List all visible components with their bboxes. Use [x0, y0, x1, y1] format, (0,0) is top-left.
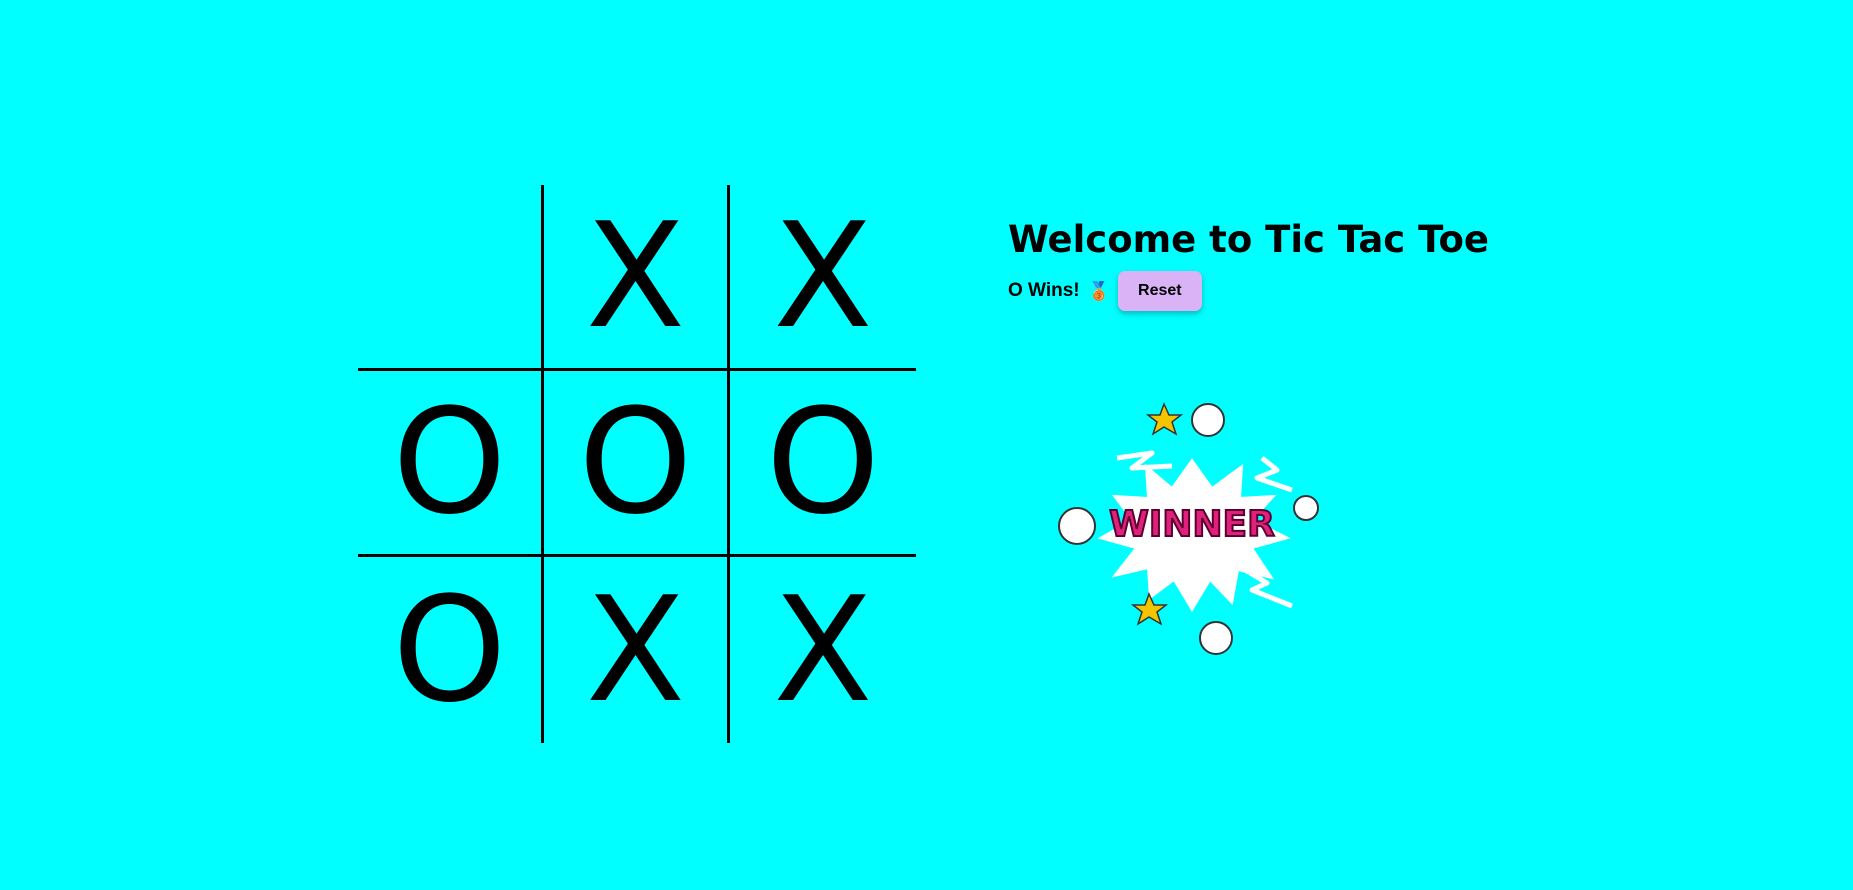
board-cell[interactable]: O	[730, 371, 916, 557]
status-row: O Wins! 🥉 Reset	[1008, 271, 1489, 311]
board-cell[interactable]: X	[544, 557, 730, 743]
star-icon	[1130, 592, 1169, 626]
board-cell[interactable]: X	[730, 557, 916, 743]
board-cell[interactable]: X	[730, 185, 916, 371]
medal-icon: 🥉	[1087, 280, 1111, 301]
page-title: Welcome to Tic Tac Toe	[1008, 218, 1489, 261]
board-cell[interactable]: O	[358, 557, 544, 743]
info-panel: Welcome to Tic Tac Toe O Wins! 🥉 Reset	[1008, 218, 1489, 311]
board-cell[interactable]: X	[544, 185, 730, 371]
cloud-icon	[1191, 403, 1225, 437]
winner-text: WINNER	[1109, 504, 1275, 545]
board-cell[interactable]: O	[544, 371, 730, 557]
lightning-icon	[1116, 450, 1173, 471]
game-board: X X O O O O X X	[358, 185, 916, 743]
game-status: O Wins!	[1008, 280, 1080, 301]
board-cell[interactable]	[358, 185, 544, 371]
cloud-icon	[1058, 507, 1096, 545]
lightning-icon	[1254, 456, 1293, 493]
cloud-icon	[1293, 495, 1319, 521]
winner-burst-icon: WINNER	[1058, 402, 1319, 655]
reset-button[interactable]: Reset	[1118, 271, 1202, 311]
cloud-icon	[1199, 621, 1233, 655]
star-icon	[1145, 402, 1184, 436]
board-cell[interactable]: O	[358, 371, 544, 557]
winner-image: WINNER	[1052, 398, 1332, 658]
